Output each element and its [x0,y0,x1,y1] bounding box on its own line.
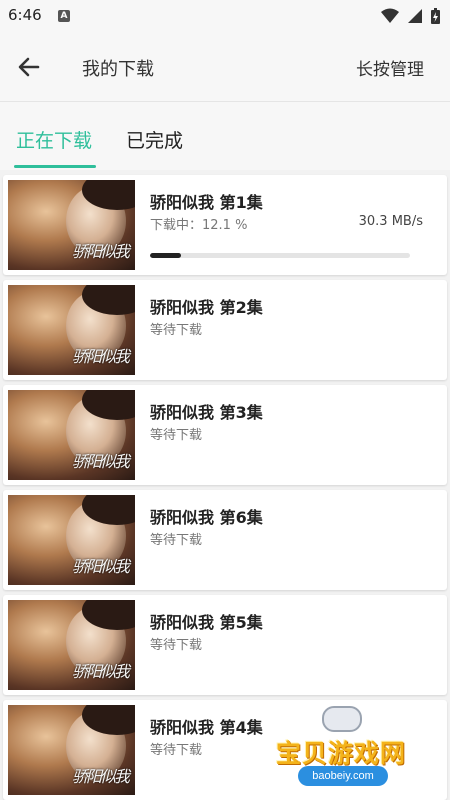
long-press-manage-button[interactable]: 长按管理 [356,55,424,80]
episode-thumbnail: 骄阳似我 [8,285,135,375]
watermark: 宝贝游戏网 baobeiy.com [270,704,420,794]
thumbnail-logo: 骄阳似我 [72,347,130,366]
download-item[interactable]: 骄阳似我 骄阳似我 第6集 等待下载 [3,490,447,590]
episode-title: 骄阳似我 第5集 [150,613,263,632]
wifi-icon [381,8,399,23]
back-button[interactable] [16,54,42,80]
episode-thumbnail: 骄阳似我 [8,495,135,585]
tab-completed[interactable]: 已完成 [126,126,183,153]
arrow-left-icon [18,57,40,77]
download-status: 等待下载 [150,428,203,443]
gamepad-icon [322,706,362,732]
thumbnail-logo: 骄阳似我 [72,242,130,261]
battery-icon [431,8,440,24]
episode-thumbnail: 骄阳似我 [8,180,135,270]
download-status: 等待下载 [150,743,203,758]
signal-icon [408,9,422,23]
thumbnail-logo: 骄阳似我 [72,662,130,681]
thumbnail-logo: 骄阳似我 [72,767,130,786]
thumbnail-logo: 骄阳似我 [72,557,130,576]
download-status: 下载中：12.1 % [150,218,248,233]
episode-title: 骄阳似我 第3集 [150,403,263,422]
download-progress-fill [150,253,182,258]
download-speed: 30.3 MB/s [358,214,423,229]
status-time: 6:46 [8,6,42,24]
tab-downloading[interactable]: 正在下载 [16,126,92,153]
episode-title: 骄阳似我 第1集 [150,193,263,212]
app-header: 我的下载 长按管理 [0,32,450,102]
page-title: 我的下载 [82,59,154,80]
download-item[interactable]: 骄阳似我 骄阳似我 第2集 等待下载 [3,280,447,380]
active-tab-indicator [14,165,96,168]
status-icons [381,8,440,24]
episode-title: 骄阳似我 第6集 [150,508,263,527]
download-item[interactable]: 骄阳似我 骄阳似我 第1集 下载中：12.1 % 30.3 MB/s [3,175,447,275]
status-bar: 6:46 A [0,0,450,32]
download-status: 等待下载 [150,533,203,548]
episode-title: 骄阳似我 第4集 [150,718,263,737]
download-progress-bar [150,253,410,258]
download-status: 等待下载 [150,638,203,653]
thumbnail-logo: 骄阳似我 [72,452,130,471]
a-icon: A [58,10,70,22]
download-item[interactable]: 骄阳似我 骄阳似我 第3集 等待下载 [3,385,447,485]
download-status: 等待下载 [150,323,203,338]
tab-bar: 正在下载 已完成 [0,102,450,170]
download-item[interactable]: 骄阳似我 骄阳似我 第5集 等待下载 [3,595,447,695]
watermark-url: baobeiy.com [298,766,388,786]
episode-thumbnail: 骄阳似我 [8,390,135,480]
episode-thumbnail: 骄阳似我 [8,705,135,795]
episode-thumbnail: 骄阳似我 [8,600,135,690]
watermark-text: 宝贝游戏网 [276,739,407,768]
episode-title: 骄阳似我 第2集 [150,298,263,317]
